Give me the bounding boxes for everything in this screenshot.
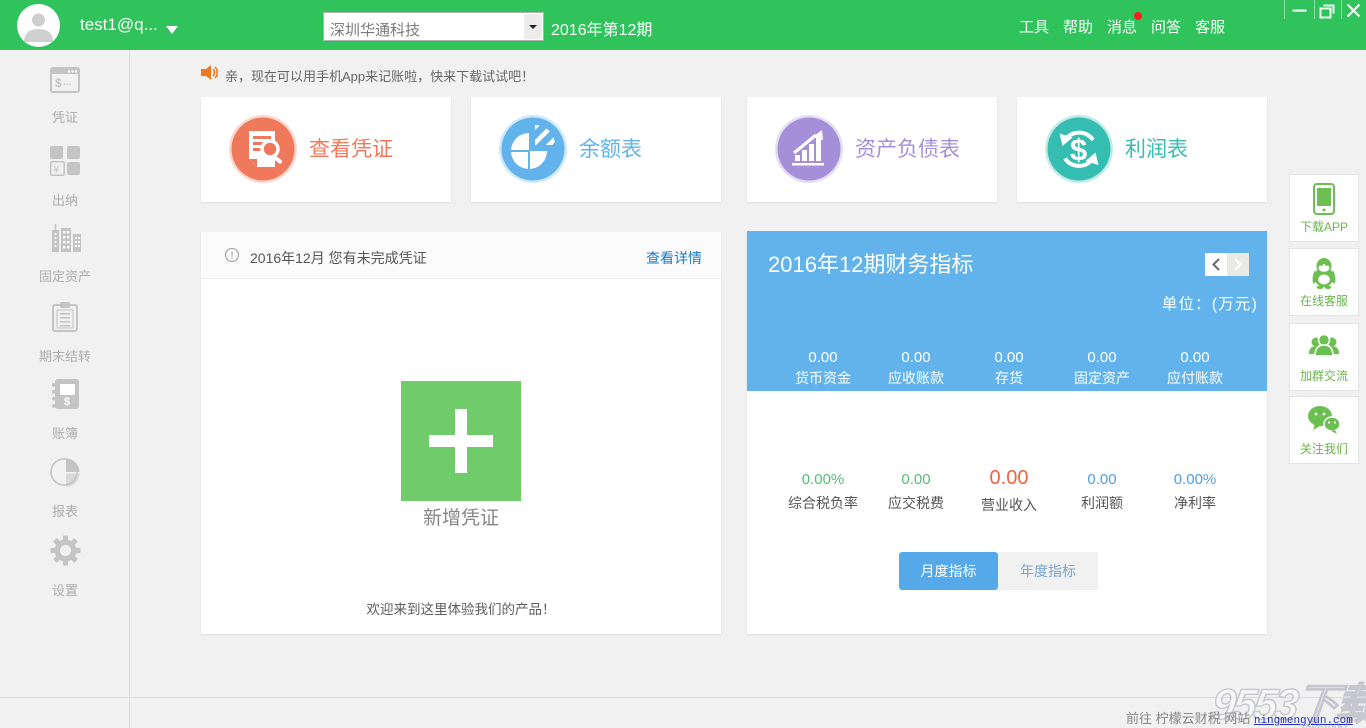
svg-text:$: $ [1070, 132, 1087, 167]
svg-text:$: $ [55, 76, 62, 90]
svg-text:...: ... [63, 77, 72, 88]
svg-text:$: $ [64, 396, 70, 408]
svg-text:¥: ¥ [52, 165, 59, 176]
